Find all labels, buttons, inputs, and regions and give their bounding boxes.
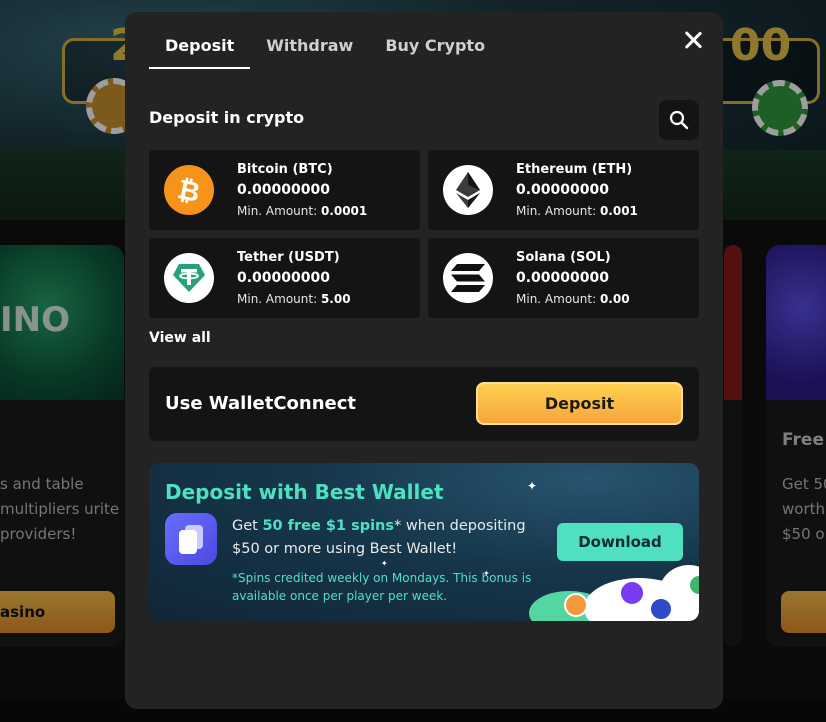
min-amount-value: 0.001: [599, 203, 638, 218]
coin-card-btc[interactable]: ₿ Bitcoin (BTC) 0.00000000 Min. Amount: …: [149, 150, 420, 230]
walletconnect-panel: Use WalletConnect Deposit: [149, 367, 699, 441]
promo-title: Deposit with Best Wallet: [165, 480, 444, 504]
min-amount-label: Min. Amount:: [516, 291, 597, 306]
min-amount-label: Min. Amount:: [516, 203, 597, 218]
best-wallet-promo: Deposit with Best Wallet Get 50 free $1 …: [149, 463, 699, 621]
coin-card-eth[interactable]: Ethereum (ETH) 0.00000000 Min. Amount: 0…: [428, 150, 699, 230]
coin-min-amount: Min. Amount: 5.00: [237, 290, 351, 308]
sparkle-icon: ✦: [381, 559, 388, 568]
close-icon[interactable]: [681, 28, 705, 52]
promo-text: Get 50 free $1 spins* when depositing $5…: [232, 515, 532, 561]
sparkle-icon: ✦: [483, 569, 490, 578]
promo-highlight: 50 free $1 spins: [262, 518, 395, 534]
coin-card-usdt[interactable]: Tether (USDT) 0.00000000 Min. Amount: 5.…: [149, 238, 420, 318]
coin-name: Ethereum (ETH): [516, 161, 633, 177]
walletconnect-label: Use WalletConnect: [165, 393, 357, 414]
download-button[interactable]: Download: [557, 523, 683, 561]
coin-card-sol[interactable]: Solana (SOL) 0.00000000 Min. Amount: 0.0…: [428, 238, 699, 318]
min-amount-label: Min. Amount:: [237, 291, 318, 306]
tab-withdraw[interactable]: Withdraw: [250, 30, 369, 69]
coin-name: Bitcoin (BTC): [237, 161, 333, 177]
coin-min-amount: Min. Amount: 0.0001: [237, 202, 367, 220]
walletconnect-deposit-button[interactable]: Deposit: [476, 382, 683, 425]
search-button[interactable]: [659, 100, 699, 140]
min-amount-value: 5.00: [320, 291, 351, 306]
sparkle-icon: ✦: [527, 479, 538, 493]
view-all-link[interactable]: View all: [149, 330, 211, 346]
tab-bar: Deposit Withdraw Buy Crypto: [149, 30, 501, 69]
min-amount-value: 0.0001: [320, 203, 368, 218]
coin-name: Solana (SOL): [516, 249, 611, 265]
min-amount-value: 0.00: [599, 291, 630, 306]
coin-grid: ₿ Bitcoin (BTC) 0.00000000 Min. Amount: …: [149, 150, 699, 318]
solana-icon: [443, 253, 493, 303]
promo-text-start: Get: [232, 518, 263, 534]
coin-balance: 0.00000000: [516, 269, 609, 286]
tab-deposit[interactable]: Deposit: [149, 30, 251, 69]
tab-buy-crypto[interactable]: Buy Crypto: [369, 30, 501, 69]
min-amount-label: Min. Amount:: [237, 203, 318, 218]
tether-icon: [164, 253, 214, 303]
coin-name: Tether (USDT): [237, 249, 340, 265]
coin-balance: 0.00000000: [516, 181, 609, 198]
svg-text:₿: ₿: [175, 175, 203, 205]
ethereum-icon: [443, 165, 493, 215]
coin-balance: 0.00000000: [237, 181, 330, 198]
coin-min-amount: Min. Amount: 0.00: [516, 290, 630, 308]
section-title: Deposit in crypto: [149, 108, 305, 127]
bitcoin-icon: ₿: [164, 165, 214, 215]
coin-min-amount: Min. Amount: 0.001: [516, 202, 638, 220]
search-icon: [669, 110, 689, 130]
deposit-modal: Deposit Withdraw Buy Crypto Deposit in c…: [125, 12, 723, 709]
coin-balance: 0.00000000: [237, 269, 330, 286]
coins-cloud-icon: [529, 565, 699, 621]
best-wallet-logo-icon: [165, 513, 217, 565]
